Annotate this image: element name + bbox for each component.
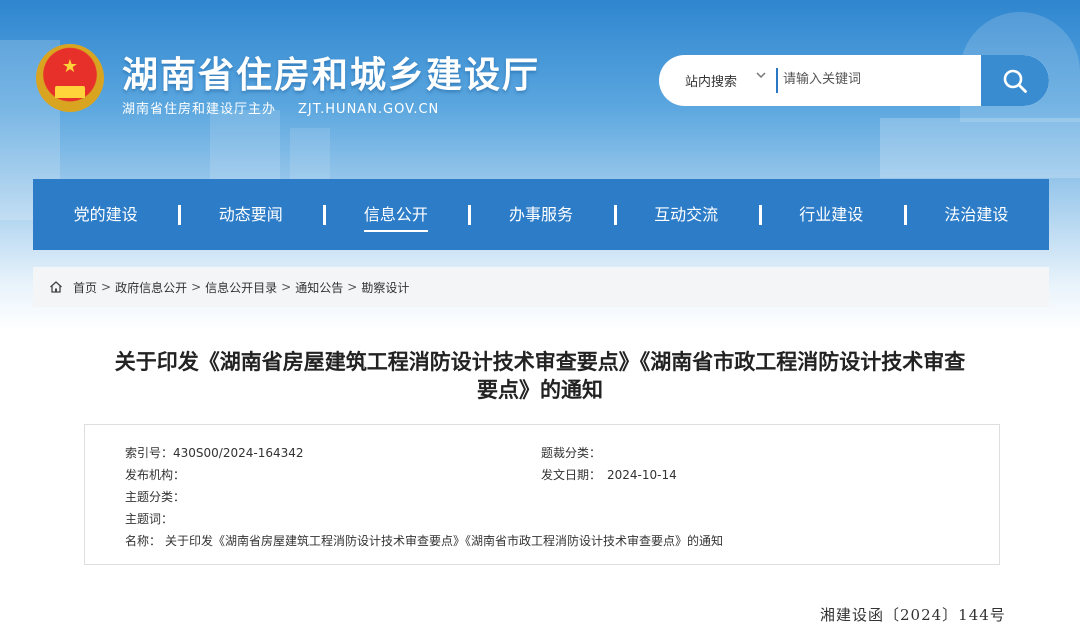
breadcrumb-notices[interactable]: 通知公告 [295, 279, 343, 296]
search-box: 站内搜索 [659, 55, 1049, 106]
breadcrumb-separator: > [101, 280, 112, 294]
article-title-line: 关于印发《湖南省房屋建筑工程消防设计技术审查要点》《湖南省市政工程消防设计技术审… [114, 350, 966, 374]
article-meta-box: 索引号：430S00/2024-164342 题裁分类： 发布机构： 发文日期：… [84, 424, 1000, 565]
meta-name-value: 关于印发《湖南省房屋建筑工程消防设计技术审查要点》《湖南省市政工程消防设计技术审… [165, 534, 724, 548]
search-icon [1003, 69, 1027, 93]
breadcrumb-separator: > [191, 280, 202, 294]
search-divider [776, 68, 778, 93]
nav-item-party-building[interactable]: 党的建设 [33, 179, 178, 250]
nav-item-rule-of-law[interactable]: 法治建设 [903, 179, 1049, 250]
article-title-line: 要点》的通知 [477, 378, 603, 402]
national-emblem-icon: ★ [36, 44, 104, 112]
meta-index: 索引号：430S00/2024-164342 [125, 446, 304, 460]
nav-item-news[interactable]: 动态要闻 [178, 179, 323, 250]
banner-building-decoration [880, 118, 1080, 178]
breadcrumb: 首页 > 政府信息公开 > 信息公开目录 > 通知公告 > 勘察设计 [33, 267, 1049, 307]
meta-publisher: 发布机构： [125, 468, 186, 482]
breadcrumb-gov-info[interactable]: 政府信息公开 [115, 279, 187, 296]
meta-keywords: 主题词： [125, 512, 174, 526]
home-icon[interactable] [49, 280, 63, 294]
nav-item-services[interactable]: 办事服务 [468, 179, 613, 250]
meta-date: 发文日期： 2024-10-14 [541, 468, 677, 482]
article-title: 关于印发《湖南省房屋建筑工程消防设计技术审查要点》《湖南省市政工程消防设计技术审… [60, 348, 1020, 404]
site-title[interactable]: 湖南省住房和城乡建设厅 [122, 46, 540, 98]
main-nav: 党的建设 动态要闻 信息公开 办事服务 互动交流 行业建设 法治建设 [33, 179, 1049, 250]
site-subtitle: 湖南省住房和建设厅主办 ZJT.HUNAN.GOV.CN [122, 98, 439, 117]
search-scope-select[interactable]: 站内搜索 [685, 71, 737, 90]
breadcrumb-home[interactable]: 首页 [73, 279, 97, 296]
document-number: 湘建设函〔2024〕144号 [820, 606, 1006, 624]
breadcrumb-separator: > [281, 280, 292, 294]
site-domain: ZJT.HUNAN.GOV.CN [298, 102, 440, 117]
search-button[interactable] [981, 55, 1049, 106]
search-input[interactable] [783, 63, 973, 95]
sponsor-text: 湖南省住房和建设厅主办 [122, 102, 277, 117]
nav-item-info-disclosure[interactable]: 信息公开 [323, 179, 468, 250]
nav-item-interaction[interactable]: 互动交流 [613, 179, 759, 250]
meta-topic: 主题分类： [125, 490, 186, 504]
meta-index-value: 430S00/2024-164342 [173, 446, 304, 460]
meta-name: 名称： 关于印发《湖南省房屋建筑工程消防设计技术审查要点》《湖南省市政工程消防设计… [125, 534, 724, 548]
breadcrumb-info-catalog[interactable]: 信息公开目录 [205, 279, 277, 296]
breadcrumb-survey-design[interactable]: 勘察设计 [361, 279, 409, 296]
nav-item-industry[interactable]: 行业建设 [758, 179, 904, 250]
chevron-down-icon[interactable] [755, 69, 767, 85]
breadcrumb-separator: > [347, 280, 358, 294]
meta-date-value: 2024-10-14 [607, 468, 677, 482]
meta-category: 题裁分类： [541, 446, 602, 460]
